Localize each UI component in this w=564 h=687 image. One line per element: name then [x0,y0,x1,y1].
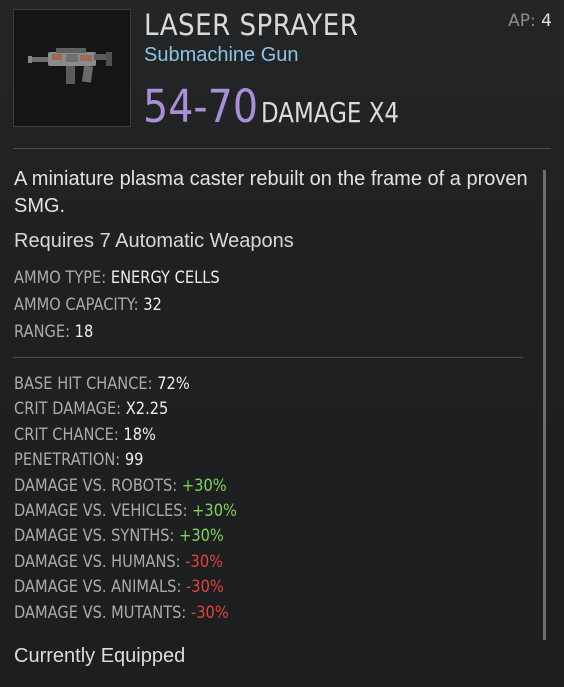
item-type: Submachine Gun [144,44,299,66]
stat-value: -30% [181,577,224,598]
stat-row: AMMO CAPACITY: 32 [14,295,162,315]
ap-label: AP: [508,11,536,31]
stat-label: AMMO TYPE: [14,268,107,288]
stat-label: DAMAGE VS. HUMANS: [14,551,181,572]
stat-value: -30% [186,602,229,623]
stat-label: RANGE: [14,322,71,342]
stat-value: 18 [70,322,94,342]
smg-weapon-icon [28,48,112,84]
stat-row: AMMO TYPE: ENERGY CELLS [14,268,220,288]
stat-row: CRIT DAMAGE: X2.25 [14,399,168,419]
ap-cost: AP: 4 [508,11,552,31]
stat-label: DAMAGE VS. SYNTHS: [14,526,175,547]
stat-row: BASE HIT CHANCE: 72% [14,374,190,394]
stat-row: CRIT CHANCE: 18% [14,425,156,445]
stat-row: PENETRATION: 99 [14,450,143,470]
stat-label: DAMAGE VS. VEHICLES: [14,501,188,521]
equipped-status: Currently Equipped [14,645,186,667]
damage-multiplier: DAMAGE X4 [261,96,400,129]
weapon-portrait [13,9,131,127]
item-name: LASER SPRAYER [144,8,359,42]
stat-row: DAMAGE VS. SYNTHS: +30% [14,526,224,546]
damage-range: 54-70 [143,80,259,133]
item-description: A miniature plasma caster rebuilt on the… [14,168,528,217]
stat-value: 32 [138,295,162,315]
stats-divider [13,357,523,358]
stat-row: RANGE: 18 [14,322,93,342]
stat-value: X2.25 [121,399,169,420]
stat-row: DAMAGE VS. VEHICLES: +30% [14,501,237,521]
damage-row: 54-70 DAMAGE X4 [143,80,429,133]
item-tooltip: LASER SPRAYER Submachine Gun AP: 4 54-70… [0,0,564,687]
header-divider [13,148,551,149]
stat-label: DAMAGE VS. ROBOTS: [14,475,178,496]
stat-label: DAMAGE VS. ANIMALS: [14,577,182,598]
stat-value: +30% [177,475,227,496]
stat-label: PENETRATION: [14,450,121,471]
stat-label: CRIT CHANCE: [14,424,119,445]
scrollbar[interactable] [543,170,546,640]
stat-label: CRIT DAMAGE: [14,399,122,420]
stat-value: +30% [174,526,224,547]
stat-label: BASE HIT CHANCE: [14,374,153,394]
stat-label: AMMO CAPACITY: [14,295,139,315]
stat-value: 99 [120,450,144,471]
stat-value: 18% [118,424,156,445]
stat-label: DAMAGE VS. MUTANTS: [14,602,187,623]
stat-row: DAMAGE VS. ANIMALS: -30% [14,577,224,597]
stat-value: ENERGY CELLS [106,268,220,288]
stat-row: DAMAGE VS. MUTANTS: -30% [14,603,229,623]
stat-row: DAMAGE VS. ROBOTS: +30% [14,476,227,496]
stat-row: DAMAGE VS. HUMANS: -30% [14,552,223,572]
stat-value: +30% [187,501,237,521]
ap-value: 4 [541,11,552,31]
skill-requirement: Requires 7 Automatic Weapons [14,230,294,252]
stat-value: -30% [180,551,224,572]
stat-value: 72% [152,374,190,394]
